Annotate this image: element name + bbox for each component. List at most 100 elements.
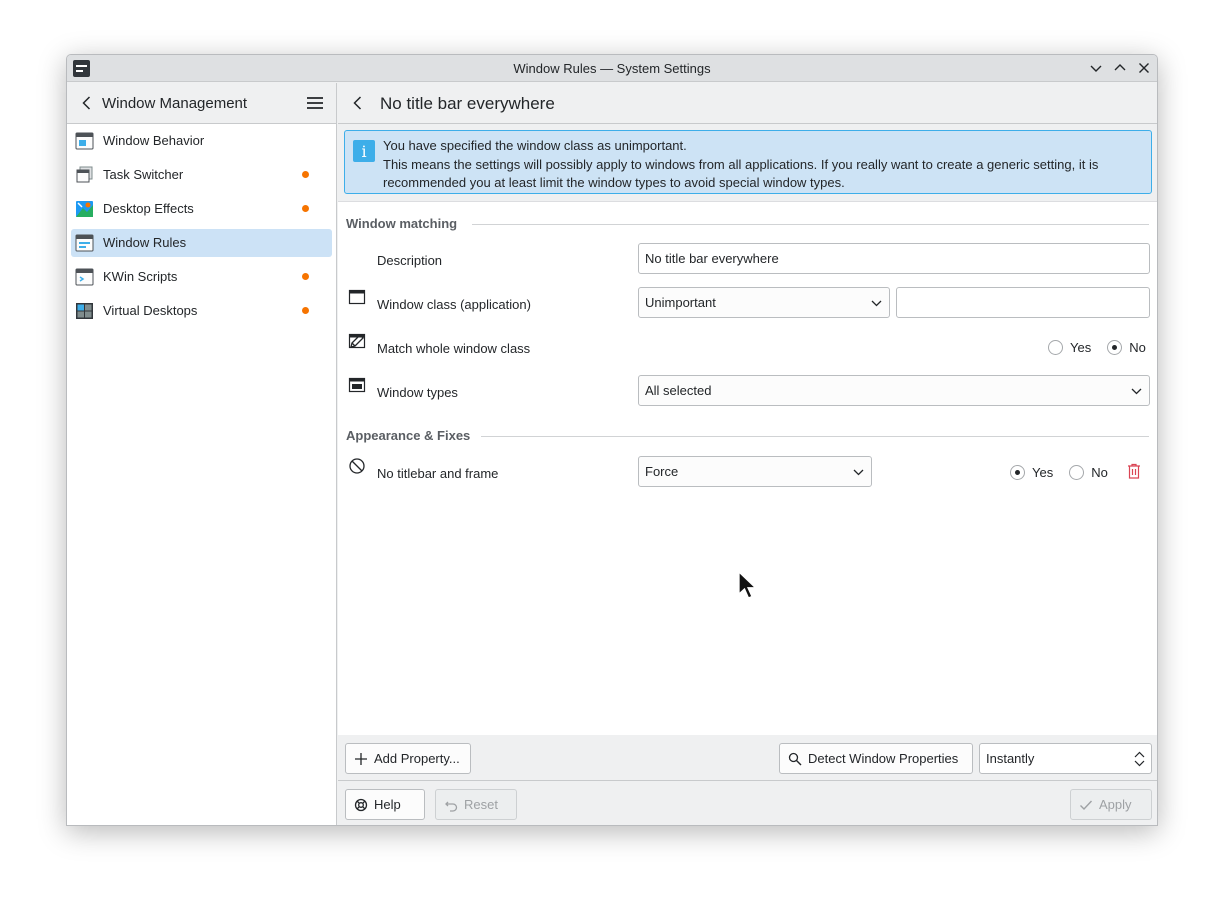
hamburger-menu-icon[interactable]: [306, 95, 324, 111]
detect-window-properties-button[interactable]: Detect Window Properties: [779, 743, 973, 774]
checkmark-icon: [1080, 800, 1093, 810]
help-label: Help: [374, 797, 401, 812]
window-rules-icon: [75, 234, 94, 252]
window-types-value: All selected: [645, 383, 712, 398]
add-property-button[interactable]: Add Property...: [345, 743, 471, 774]
chevron-up-icon: [1114, 64, 1126, 71]
chevron-down-icon: [871, 300, 882, 307]
sidebar-item-label: Desktop Effects: [103, 201, 194, 216]
no-titlebar-radios: Yes No: [1010, 465, 1108, 480]
apply-button[interactable]: Apply: [1070, 789, 1152, 820]
match-whole-class-label: Match whole window class: [377, 341, 531, 356]
footer: Help Reset Apply: [338, 782, 1157, 825]
back-arrow-icon[interactable]: [79, 95, 95, 111]
chevron-down-icon: [853, 469, 864, 476]
sidebar-item-label: Virtual Desktops: [103, 303, 198, 318]
no-titlebar-label: No titlebar and frame: [377, 466, 499, 481]
section-heading-window-matching: Window matching: [346, 216, 458, 231]
modified-indicator-dot: [302, 273, 309, 280]
no-titlebar-no-radio[interactable]: [1069, 465, 1085, 480]
no-titlebar-policy-select[interactable]: Force: [638, 456, 872, 487]
window-types-select[interactable]: All selected: [638, 375, 1150, 406]
main-panel: No title bar everywhere i You have speci…: [338, 83, 1157, 825]
desktop-effects-icon: [76, 201, 93, 217]
description-field[interactable]: No title bar everywhere: [638, 243, 1150, 274]
no-titlebar-yes-radio[interactable]: [1010, 465, 1025, 480]
radio-label-yes: Yes: [1070, 340, 1092, 355]
detect-label: Detect Window Properties: [808, 751, 959, 766]
sidebar-list: Window Behavior Task Switcher Desktop Ef…: [67, 127, 336, 331]
radio-label-yes: Yes: [1032, 465, 1054, 480]
main-header: No title bar everywhere: [338, 83, 1157, 124]
description-value: No title bar everywhere: [645, 251, 779, 266]
section-divider: [481, 436, 1149, 437]
kwin-scripts-icon: [75, 268, 94, 286]
match-whole-class-radios: Yes No: [1048, 340, 1146, 355]
banner-message-body: This means the settings will possibly ap…: [383, 157, 1099, 190]
window-icon: [348, 333, 366, 349]
system-settings-window: Window Rules — System Settings Window Ma…: [66, 54, 1158, 826]
sidebar-item-task-switcher[interactable]: Task Switcher: [71, 161, 332, 189]
minimize-button[interactable]: [1087, 59, 1105, 77]
sidebar-item-window-rules[interactable]: Window Rules: [71, 229, 332, 257]
plus-icon: [355, 752, 367, 765]
sidebar-header: Window Management: [67, 83, 336, 124]
section-heading-appearance: Appearance & Fixes: [346, 428, 471, 443]
apply-label: Apply: [1099, 797, 1132, 812]
virtual-desktops-icon: [76, 303, 93, 319]
sidebar-item-window-behavior[interactable]: Window Behavior: [71, 127, 332, 155]
modified-indicator-dot: [302, 205, 309, 212]
spin-arrows-icon[interactable]: [1134, 751, 1145, 767]
rule-properties: Window matching Description No title bar…: [338, 201, 1157, 735]
window-class-field[interactable]: [896, 287, 1150, 318]
help-button[interactable]: Help: [345, 789, 425, 820]
no-entry-icon: [349, 458, 365, 474]
match-whole-no-radio[interactable]: [1107, 340, 1123, 355]
sidebar-item-virtual-desktops[interactable]: Virtual Desktops: [71, 297, 332, 325]
sidebar: Window Management Window Behavior Task S…: [67, 83, 337, 825]
radio-label-no: No: [1091, 465, 1108, 480]
radio-label-no: No: [1129, 340, 1146, 355]
window-class-match-value: Unimportant: [645, 295, 716, 310]
window-types-label: Window types: [377, 385, 458, 400]
mouse-cursor-icon: [738, 571, 758, 599]
sidebar-item-label: Task Switcher: [103, 167, 184, 182]
window-class-label: Window class (application): [377, 297, 531, 312]
window-types-icon: [348, 377, 366, 393]
page-title: No title bar everywhere: [380, 94, 555, 113]
reset-button[interactable]: Reset: [435, 789, 517, 820]
close-button[interactable]: [1135, 59, 1153, 77]
sidebar-title: Window Management: [102, 95, 248, 112]
reset-label: Reset: [464, 797, 498, 812]
close-icon: [1139, 63, 1149, 73]
banner-message-title: You have specified the window class as u…: [383, 138, 687, 153]
maximize-button[interactable]: [1111, 59, 1129, 77]
chevron-down-icon: [1090, 65, 1102, 72]
add-property-label: Add Property...: [374, 751, 460, 766]
info-icon: i: [353, 140, 375, 162]
no-titlebar-policy-value: Force: [645, 464, 679, 479]
rule-actions-bar: Add Property... Detect Window Properties…: [338, 735, 1157, 781]
delete-icon[interactable]: [1127, 463, 1141, 479]
sidebar-item-label: Window Behavior: [103, 133, 205, 148]
window-behavior-icon: [75, 132, 94, 150]
undo-icon: [445, 801, 458, 812]
lifebuoy-icon: [354, 798, 368, 811]
modified-indicator-dot: [302, 307, 309, 314]
back-arrow-icon[interactable]: [350, 95, 366, 111]
modified-indicator-dot: [302, 171, 309, 178]
title-bar[interactable]: Window Rules — System Settings: [67, 55, 1157, 82]
window-title: Window Rules — System Settings: [513, 61, 711, 76]
section-divider: [472, 224, 1149, 225]
sidebar-item-kwin-scripts[interactable]: KWin Scripts: [71, 263, 332, 291]
task-switcher-icon: [76, 166, 93, 183]
window-class-match-select[interactable]: Unimportant: [638, 287, 890, 318]
search-icon: [788, 752, 802, 765]
detection-delay-spinbox[interactable]: Instantly: [979, 743, 1152, 774]
sidebar-item-label: KWin Scripts: [103, 269, 178, 284]
info-banner: i You have specified the window class as…: [344, 130, 1152, 194]
sidebar-item-desktop-effects[interactable]: Desktop Effects: [71, 195, 332, 223]
description-label: Description: [377, 253, 443, 268]
match-whole-yes-radio[interactable]: [1048, 340, 1063, 355]
detection-delay-value: Instantly: [986, 751, 1035, 766]
